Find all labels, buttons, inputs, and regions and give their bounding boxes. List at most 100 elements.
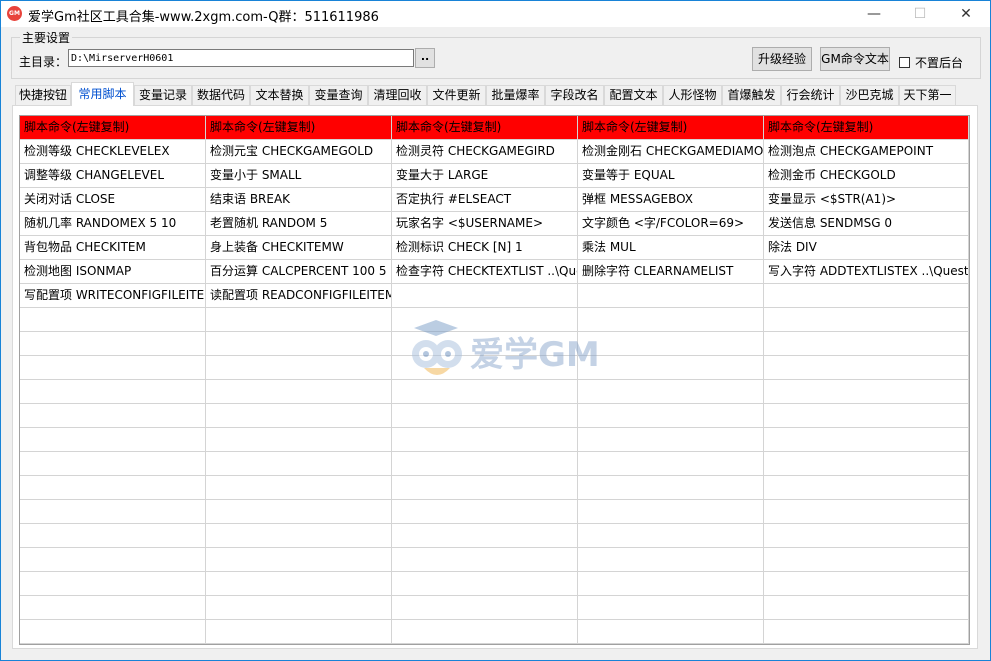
command-cell[interactable]: 玩家名字 <$USERNAME> xyxy=(392,212,578,236)
command-cell[interactable]: 检测地图 ISONMAP xyxy=(20,260,206,284)
command-cell[interactable] xyxy=(20,524,206,548)
command-cell[interactable]: 结束语 BREAK xyxy=(206,188,392,212)
main-dir-input[interactable]: D:\MirserverH0601 xyxy=(68,49,414,67)
command-cell[interactable] xyxy=(392,404,578,428)
command-cell[interactable] xyxy=(206,380,392,404)
command-cell[interactable] xyxy=(206,500,392,524)
command-cell[interactable] xyxy=(578,572,764,596)
command-cell[interactable]: 老置随机 RANDOM 5 xyxy=(206,212,392,236)
command-cell[interactable] xyxy=(392,548,578,572)
command-cell[interactable]: 发送信息 SENDMSG 0 xyxy=(764,212,969,236)
command-cell[interactable]: 否定执行 #ELSEACT xyxy=(392,188,578,212)
command-cell[interactable] xyxy=(20,596,206,620)
command-cell[interactable] xyxy=(764,332,969,356)
command-cell[interactable]: 写入字符 ADDTEXTLISTEX ..\Questdiary xyxy=(764,260,969,284)
command-cell[interactable]: 背包物品 CHECKITEM xyxy=(20,236,206,260)
command-cell[interactable]: 弹框 MESSAGEBOX xyxy=(578,188,764,212)
command-cell[interactable] xyxy=(764,596,969,620)
tab-4[interactable]: 文本替换 xyxy=(250,85,309,105)
command-cell[interactable]: 检测等级 CHECKLEVELEX xyxy=(20,140,206,164)
command-cell[interactable] xyxy=(764,284,969,308)
upgrade-exp-button[interactable]: 升级经验 xyxy=(752,47,812,71)
command-cell[interactable]: 变量等于 EQUAL xyxy=(578,164,764,188)
command-cell[interactable]: 删除字符 CLEARNAMELIST xyxy=(578,260,764,284)
command-cell[interactable] xyxy=(392,476,578,500)
command-cell[interactable]: 检测灵符 CHECKGAMEGIRD xyxy=(392,140,578,164)
command-cell[interactable] xyxy=(392,572,578,596)
command-cell[interactable] xyxy=(20,356,206,380)
tab-14[interactable]: 沙巴克城 xyxy=(840,85,899,105)
command-cell[interactable]: 检测元宝 CHECKGAMEGOLD xyxy=(206,140,392,164)
command-cell[interactable] xyxy=(578,452,764,476)
command-cell[interactable]: 变量小于 SMALL xyxy=(206,164,392,188)
tab-13[interactable]: 行会统计 xyxy=(781,85,840,105)
command-cell[interactable] xyxy=(392,620,578,644)
tab-3[interactable]: 数据代码 xyxy=(192,85,250,105)
tab-9[interactable]: 字段改名 xyxy=(545,85,604,105)
command-cell[interactable] xyxy=(764,524,969,548)
tab-5[interactable]: 变量查询 xyxy=(309,85,368,105)
command-cell[interactable] xyxy=(764,452,969,476)
command-cell[interactable] xyxy=(206,596,392,620)
command-cell[interactable]: 文字颜色 <字/FCOLOR=69> xyxy=(578,212,764,236)
command-cell[interactable] xyxy=(206,404,392,428)
command-cell[interactable] xyxy=(578,404,764,428)
command-cell[interactable] xyxy=(578,620,764,644)
command-cell[interactable]: 检查字符 CHECKTEXTLIST ..\Questdiary xyxy=(392,260,578,284)
title-bar[interactable]: GM 爱学Gm社区工具合集-www.2xgm.com-Q群：511611986 … xyxy=(1,1,990,27)
tab-2[interactable]: 变量记录 xyxy=(134,85,192,105)
command-cell[interactable] xyxy=(578,284,764,308)
command-cell[interactable] xyxy=(20,380,206,404)
command-cell[interactable] xyxy=(20,500,206,524)
command-cell[interactable] xyxy=(206,476,392,500)
command-cell[interactable] xyxy=(392,524,578,548)
command-cell[interactable] xyxy=(20,476,206,500)
close-button[interactable]: ✕ xyxy=(943,1,989,27)
no-background-checkbox[interactable] xyxy=(899,57,910,68)
command-cell[interactable] xyxy=(20,620,206,644)
command-cell[interactable] xyxy=(20,572,206,596)
command-cell[interactable]: 检测泡点 CHECKGAMEPOINT xyxy=(764,140,969,164)
command-cell[interactable] xyxy=(764,500,969,524)
command-cell[interactable] xyxy=(20,308,206,332)
command-cell[interactable]: 身上装备 CHECKITEMW xyxy=(206,236,392,260)
command-cell[interactable]: 乘法 MUL xyxy=(578,236,764,260)
command-cell[interactable] xyxy=(578,596,764,620)
command-cell[interactable] xyxy=(578,524,764,548)
command-cell[interactable] xyxy=(764,620,969,644)
command-cell[interactable]: 检测标识 CHECK [N] 1 xyxy=(392,236,578,260)
command-cell[interactable] xyxy=(206,308,392,332)
tab-0[interactable]: 快捷按钮 xyxy=(15,85,71,105)
command-cell[interactable]: 读配置项 READCONFIGFILEITEM xyxy=(206,284,392,308)
command-cell[interactable] xyxy=(206,572,392,596)
command-cell[interactable] xyxy=(206,620,392,644)
command-cell[interactable]: 检测金刚石 CHECKGAMEDIAMOND xyxy=(578,140,764,164)
command-cell[interactable] xyxy=(764,476,969,500)
command-cell[interactable] xyxy=(206,524,392,548)
command-cell[interactable] xyxy=(206,356,392,380)
tab-1[interactable]: 常用脚本 xyxy=(71,82,134,106)
command-cell[interactable] xyxy=(392,452,578,476)
command-cell[interactable]: 检测金币 CHECKGOLD xyxy=(764,164,969,188)
gm-command-text-button[interactable]: GM命令文本 xyxy=(820,47,890,71)
command-cell[interactable]: 变量显示 <$STR(A1)> xyxy=(764,188,969,212)
command-cell[interactable]: 调整等级 CHANGELEVEL xyxy=(20,164,206,188)
command-cell[interactable] xyxy=(578,500,764,524)
command-cell[interactable] xyxy=(764,404,969,428)
tab-15[interactable]: 天下第一 xyxy=(899,85,956,105)
command-cell[interactable] xyxy=(764,380,969,404)
command-cell[interactable] xyxy=(392,500,578,524)
command-cell[interactable] xyxy=(20,452,206,476)
command-cell[interactable] xyxy=(392,428,578,452)
command-cell[interactable] xyxy=(206,428,392,452)
command-cell[interactable] xyxy=(206,332,392,356)
tab-10[interactable]: 配置文本 xyxy=(604,85,663,105)
tab-8[interactable]: 批量爆率 xyxy=(486,85,545,105)
command-cell[interactable] xyxy=(764,572,969,596)
command-cell[interactable] xyxy=(764,428,969,452)
command-cell[interactable] xyxy=(764,548,969,572)
command-cell[interactable]: 变量大于 LARGE xyxy=(392,164,578,188)
command-cell[interactable] xyxy=(764,356,969,380)
command-cell[interactable] xyxy=(20,332,206,356)
command-cell[interactable] xyxy=(392,284,578,308)
